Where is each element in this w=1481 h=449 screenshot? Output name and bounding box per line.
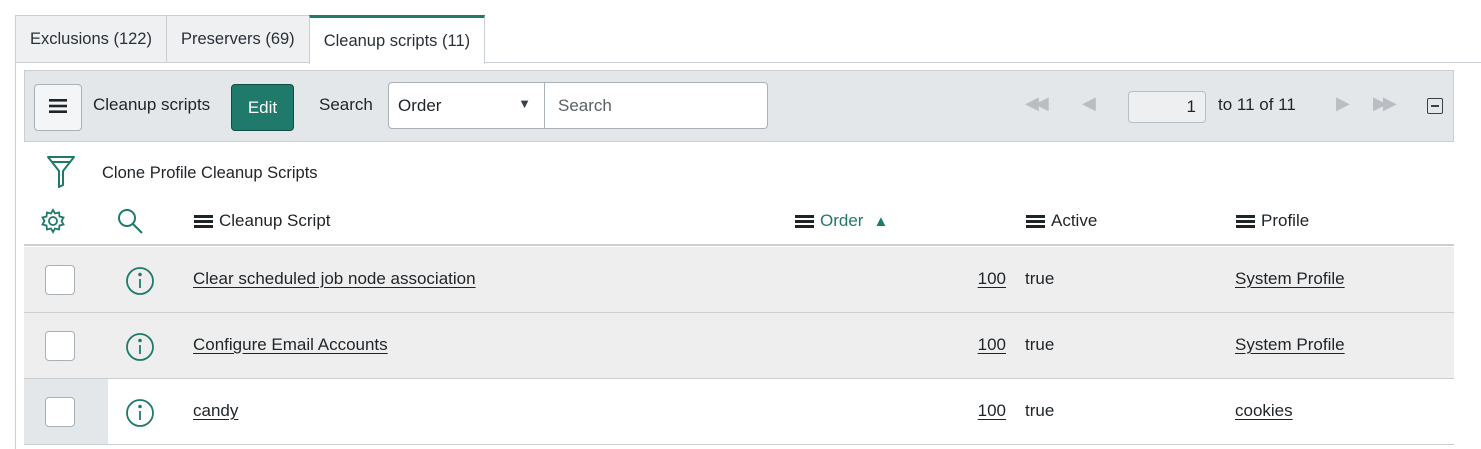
next-page-icon[interactable]: ▶ <box>1336 93 1350 114</box>
column-header-label: Active <box>1051 211 1098 230</box>
related-list-tabs: Exclusions (122) Preservers (69) Cleanup… <box>15 15 486 64</box>
order-link[interactable]: 100 <box>946 269 1006 289</box>
order-link[interactable]: 100 <box>946 401 1006 421</box>
active-value: true <box>1025 335 1055 354</box>
filter-funnel-icon[interactable] <box>46 155 76 194</box>
table-row: Configure Email Accounts 100 true System… <box>24 313 1454 379</box>
row-checkbox[interactable] <box>45 265 75 295</box>
active-value: true <box>1025 401 1055 420</box>
info-icon[interactable] <box>125 332 155 367</box>
column-header-active[interactable]: Active <box>1026 211 1097 231</box>
collapse-icon[interactable] <box>1427 98 1443 114</box>
info-icon[interactable] <box>125 398 155 433</box>
table-row: Clear scheduled job node association 100… <box>24 247 1454 313</box>
gear-icon[interactable] <box>39 207 67 235</box>
row-select-cell <box>24 313 108 378</box>
cleanup-script-link[interactable]: candy <box>193 401 238 421</box>
tab-preservers[interactable]: Preservers (69) <box>165 15 310 63</box>
active-value: true <box>1025 269 1055 288</box>
table-row: candy 100 true cookies <box>24 379 1454 445</box>
column-header-cleanup-script[interactable]: Cleanup Script <box>194 211 331 231</box>
column-menu-icon[interactable] <box>1236 214 1255 228</box>
prev-page-icon[interactable]: ◀ <box>1082 93 1096 114</box>
column-menu-icon[interactable] <box>1026 214 1045 228</box>
column-header-profile[interactable]: Profile <box>1236 211 1309 231</box>
row-checkbox[interactable] <box>45 331 75 361</box>
search-input[interactable] <box>544 82 768 129</box>
cleanup-script-link[interactable]: Configure Email Accounts <box>193 335 388 355</box>
row-checkbox[interactable] <box>45 397 75 427</box>
list-title: Cleanup scripts <box>93 95 211 114</box>
list-menu-button[interactable] <box>34 84 82 131</box>
profile-link[interactable]: System Profile <box>1235 335 1345 355</box>
column-menu-icon[interactable] <box>194 214 213 228</box>
breadcrumb: Clone Profile Cleanup Scripts <box>102 164 318 182</box>
page-number-input[interactable] <box>1128 91 1206 123</box>
page-range-text: to 11 of 11 <box>1218 95 1296 114</box>
row-select-cell <box>24 379 108 444</box>
search-field-value: Order <box>398 95 442 115</box>
column-header-label: Profile <box>1261 211 1310 230</box>
last-page-icon[interactable]: ▶▶ <box>1373 93 1397 114</box>
cleanup-script-link[interactable]: Clear scheduled job node association <box>193 269 476 289</box>
column-header-order[interactable]: Order ▲ <box>795 211 888 231</box>
table-header: Cleanup Script Order ▲ Active Profile <box>24 200 1454 246</box>
chevron-down-icon: ▼ <box>518 96 531 111</box>
search-label: Search <box>319 95 373 114</box>
tab-cleanup-scripts[interactable]: Cleanup scripts (11) <box>308 15 486 64</box>
info-icon[interactable] <box>125 266 155 301</box>
order-link[interactable]: 100 <box>946 335 1006 355</box>
first-page-icon[interactable]: ◀◀ <box>1025 93 1049 114</box>
profile-link[interactable]: System Profile <box>1235 269 1345 289</box>
tab-exclusions[interactable]: Exclusions (122) <box>15 15 167 63</box>
sort-ascending-icon: ▲ <box>873 212 889 230</box>
column-menu-icon[interactable] <box>795 214 814 228</box>
column-header-label: Cleanup Script <box>219 211 331 230</box>
list-toolbar: Cleanup scripts Edit Search Order ▼ ◀◀ ◀… <box>24 70 1454 142</box>
list-menu-icon <box>49 98 67 118</box>
search-field-select[interactable]: Order ▼ <box>388 82 545 129</box>
edit-button[interactable]: Edit <box>231 84 294 131</box>
column-header-label: Order <box>820 211 864 230</box>
search-icon[interactable] <box>116 207 144 235</box>
profile-link[interactable]: cookies <box>1235 401 1293 421</box>
row-select-cell <box>24 247 108 312</box>
